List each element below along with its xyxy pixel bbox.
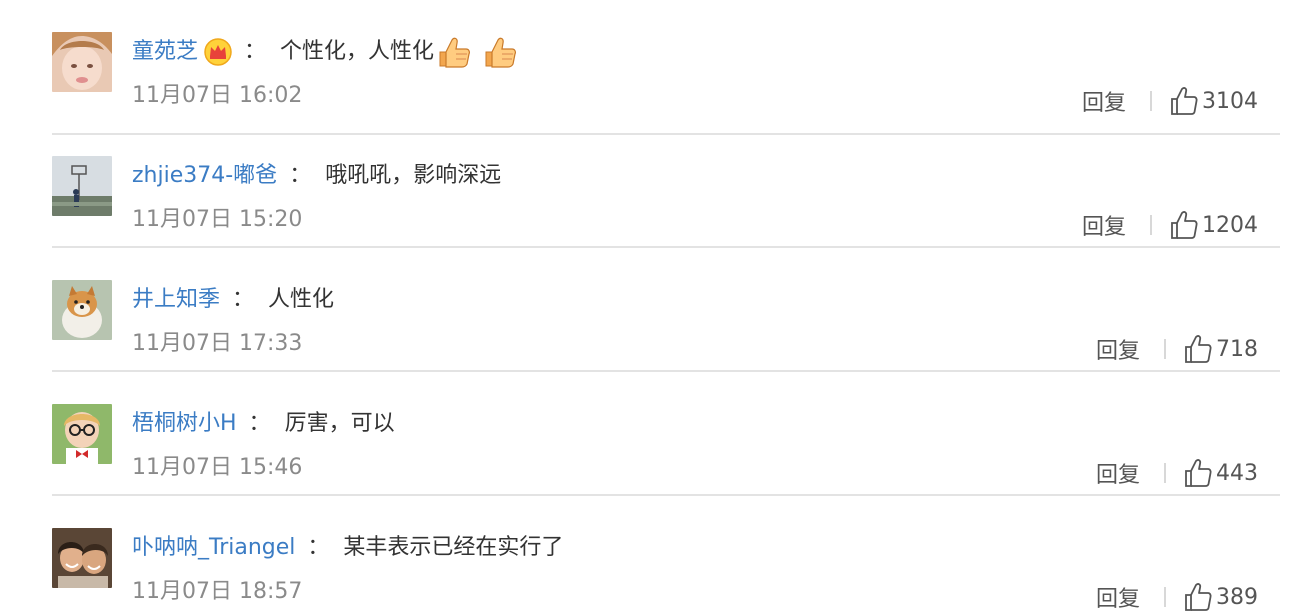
like-count: 443 (1216, 460, 1258, 486)
avatar-image (52, 280, 112, 340)
avatar[interactable] (52, 528, 112, 588)
reply-button[interactable]: 回复 (1082, 209, 1126, 241)
action-separator (1164, 587, 1166, 607)
comment-item: 井上知季 ： 人性化 11月07日 17:33 回复 718 (0, 248, 1294, 372)
like-button[interactable]: 3104 (1170, 86, 1258, 116)
username-link[interactable]: zhjie374-嘟爸 (132, 158, 277, 194)
comment-item: 梧桐树小H ： 厉害，可以 11月07日 15:46 回复 443 (0, 372, 1294, 496)
comment-text: 某丰表示已经在实行了 (343, 535, 564, 560)
username-link[interactable]: 童苑芝 (132, 34, 198, 70)
comment-line: 卟呐呐_Triangel ： 某丰表示已经在实行了 (132, 530, 563, 566)
reply-button[interactable]: 回复 (1096, 457, 1140, 489)
comment-item: zhjie374-嘟爸 ： 哦吼吼，影响深远 11月07日 15:20 回复 1… (0, 124, 1294, 248)
comment-line: 井上知季 ： 人性化 (132, 282, 334, 318)
comment-actions: 回复 389 (1096, 580, 1258, 614)
timestamp: 11月07日 15:20 (132, 207, 303, 232)
avatar[interactable] (52, 156, 112, 216)
thumbs-up-emoji-icon (482, 34, 518, 70)
comment-actions: 回复 443 (1096, 456, 1258, 490)
avatar[interactable] (52, 32, 112, 92)
comment-text: 个性化，人性化 (280, 39, 435, 64)
like-button[interactable]: 389 (1184, 582, 1258, 612)
like-count: 718 (1216, 336, 1258, 362)
comment-text: 人性化 (268, 287, 335, 312)
reply-button[interactable]: 回复 (1096, 581, 1140, 613)
thumbs-up-outline-icon (1184, 458, 1212, 488)
avatar[interactable] (52, 404, 112, 464)
avatar-image (52, 32, 112, 92)
comment-list: 童苑芝 ： 个性化，人性化 11月07日 16:02 回复 3104 zhjie… (0, 0, 1294, 616)
thumbs-up-outline-icon (1184, 582, 1212, 612)
thumbs-up-outline-icon (1170, 86, 1198, 116)
comment-text: 厉害，可以 (284, 411, 395, 436)
reply-button[interactable]: 回复 (1096, 333, 1140, 365)
like-button[interactable]: 1204 (1170, 210, 1258, 240)
action-separator (1164, 339, 1166, 359)
comment-line: 童苑芝 ： 个性化，人性化 (132, 34, 518, 70)
colon: ： (232, 287, 255, 312)
avatar-image (52, 528, 112, 588)
comment-line: zhjie374-嘟爸 ： 哦吼吼，影响深远 (132, 158, 501, 194)
colon: ： (248, 411, 271, 436)
username-link[interactable]: 梧桐树小H (132, 406, 237, 442)
comment-item: 卟呐呐_Triangel ： 某丰表示已经在实行了 11月07日 18:57 回… (0, 496, 1294, 616)
like-button[interactable]: 718 (1184, 334, 1258, 364)
crown-icon (204, 38, 232, 66)
thumbs-up-emoji-icon (436, 34, 472, 70)
avatar-image (52, 156, 112, 216)
comment-line: 梧桐树小H ： 厉害，可以 (132, 406, 395, 442)
colon: ： (307, 535, 330, 560)
like-count: 1204 (1202, 212, 1258, 238)
comment-actions: 回复 3104 (1082, 84, 1258, 118)
avatar[interactable] (52, 280, 112, 340)
comment-actions: 回复 1204 (1082, 208, 1258, 242)
action-separator (1164, 463, 1166, 483)
thumbs-up-outline-icon (1184, 334, 1212, 364)
colon: ： (289, 163, 312, 188)
like-count: 389 (1216, 584, 1258, 610)
comment-actions: 回复 718 (1096, 332, 1258, 366)
timestamp: 11月07日 16:02 (132, 83, 303, 108)
username-link[interactable]: 卟呐呐_Triangel (132, 530, 295, 566)
colon: ： (244, 39, 267, 64)
comment-text: 哦吼吼，影响深远 (325, 163, 502, 188)
action-separator (1150, 215, 1152, 235)
like-count: 3104 (1202, 88, 1258, 114)
action-separator (1150, 91, 1152, 111)
timestamp: 11月07日 18:57 (132, 579, 303, 604)
timestamp: 11月07日 17:33 (132, 331, 303, 356)
timestamp: 11月07日 15:46 (132, 455, 303, 480)
like-button[interactable]: 443 (1184, 458, 1258, 488)
avatar-image (52, 404, 112, 464)
thumbs-up-outline-icon (1170, 210, 1198, 240)
comment-item: 童苑芝 ： 个性化，人性化 11月07日 16:02 回复 3104 (0, 0, 1294, 135)
username-link[interactable]: 井上知季 (132, 282, 220, 318)
reply-button[interactable]: 回复 (1082, 85, 1126, 117)
